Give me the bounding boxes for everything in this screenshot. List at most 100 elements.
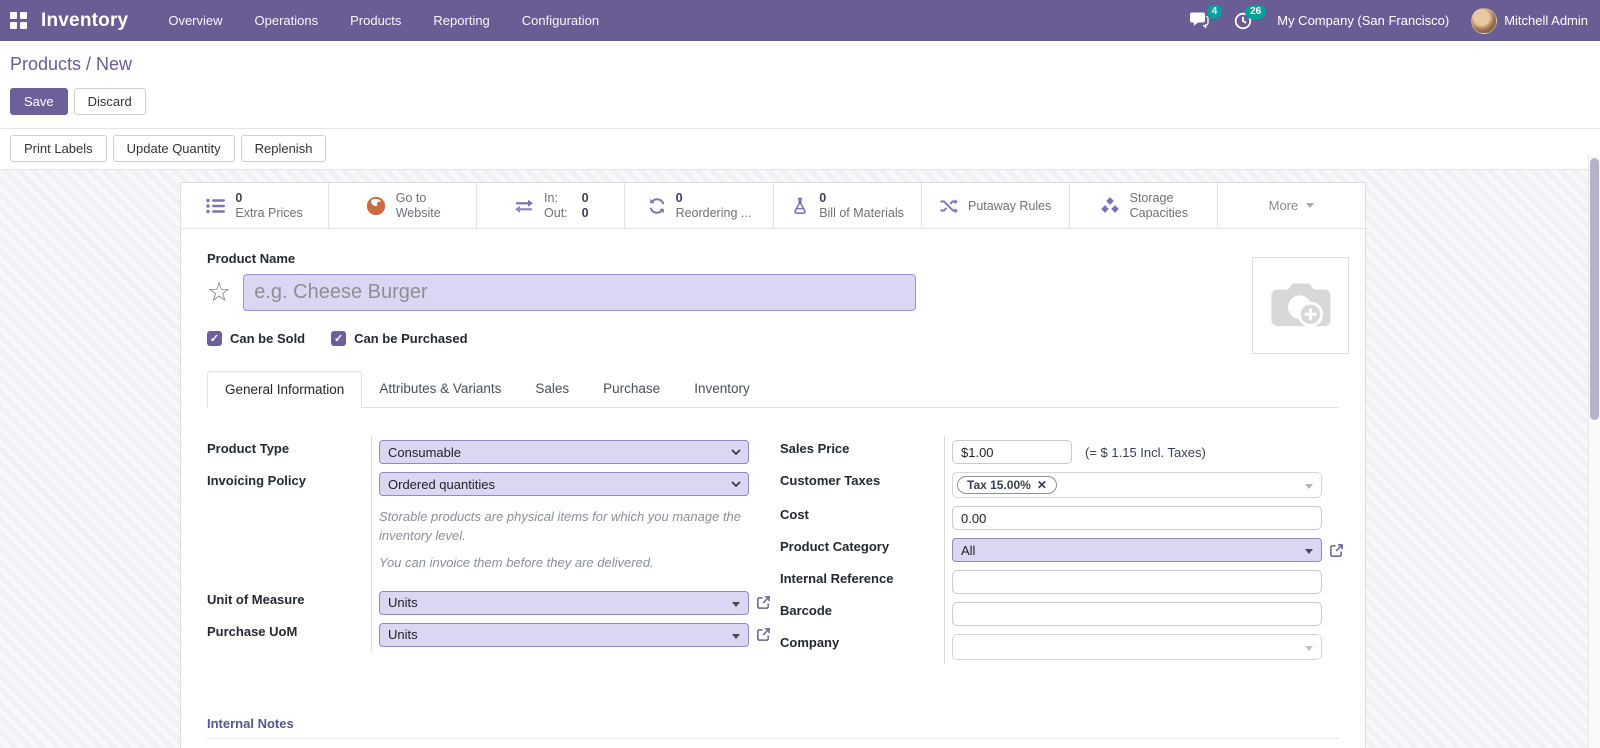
pricelist-icon [206,198,226,214]
messages-icon[interactable]: 4 [1189,4,1223,31]
invoicing-policy-select[interactable]: Ordered quantities [379,472,749,496]
favorite-star-icon[interactable]: ☆ [207,279,231,306]
putaway-rules-stat-button[interactable]: Putaway Rules [921,183,1070,228]
sales-price-input[interactable] [952,440,1072,464]
reordering-count: 0 [675,190,683,205]
product-type-select[interactable]: Consumable [379,440,749,464]
product-image-upload[interactable] [1252,257,1349,354]
tax-tag-remove-icon[interactable]: ✕ [1037,478,1047,492]
print-labels-button[interactable]: Print Labels [10,135,107,162]
menu-reporting[interactable]: Reporting [421,7,501,34]
app-name[interactable]: Inventory [41,10,128,32]
general-right-group: Sales Price (= $ 1.15 Incl. Taxes) Custo… [780,436,1344,664]
cost-label: Cost [780,507,809,522]
top-navbar: Inventory Overview Operations Products R… [0,0,1600,41]
dropdown-caret-icon [1305,484,1313,489]
messages-badge: 4 [1206,4,1223,19]
menu-products[interactable]: Products [338,7,413,34]
menu-overview[interactable]: Overview [156,7,234,34]
price-incl-taxes-note: (= $ 1.15 Incl. Taxes) [1085,444,1206,460]
menu-configuration[interactable]: Configuration [510,7,611,34]
internal-notes-divider [207,738,1339,739]
vertical-scrollbar-thumb[interactable] [1590,158,1599,420]
dropdown-caret-icon [1305,646,1313,651]
notebook-tabs: General Information Attributes & Variant… [207,370,1339,408]
extra-prices-count: 0 [235,190,243,205]
dropdown-caret-icon [1305,549,1313,554]
product-category-label: Product Category [780,539,890,554]
flask-icon [790,196,810,216]
company-field[interactable] [952,634,1322,660]
bom-count: 0 [819,190,827,205]
app-window: Inventory Overview Operations Products R… [0,0,1600,748]
cost-input[interactable] [952,506,1322,530]
storage-capacities-stat-button[interactable]: Storage Capacities [1069,183,1218,228]
uom-label: Unit of Measure [207,591,305,607]
stat-button-box: 0 Extra Prices Go to Website In: 0 Out: … [181,183,1365,229]
tax-tag: Tax 15.00% ✕ [957,476,1057,494]
vertical-scrollbar-track[interactable] [1588,155,1600,748]
menu-operations[interactable]: Operations [243,7,331,34]
refresh-icon [647,196,667,216]
bill-of-materials-stat-button[interactable]: 0 Bill of Materials [773,183,922,228]
activities-badge: 26 [1245,4,1267,19]
invoicing-policy-label: Invoicing Policy [207,473,306,488]
tab-sales[interactable]: Sales [518,371,586,408]
main-menu: Overview Operations Products Reporting C… [156,7,611,34]
product-type-label: Product Type [207,441,290,456]
product-name-label: Product Name [207,251,296,266]
in-out-stat-button[interactable]: In: 0 Out: 0 [477,183,626,228]
user-name: Mitchell Admin [1504,13,1588,28]
can-be-sold-checkbox[interactable]: ✓ Can be Sold [207,331,305,346]
can-be-purchased-checkbox[interactable]: ✓ Can be Purchased [331,331,468,346]
sales-price-label: Sales Price [780,441,850,456]
customer-taxes-field[interactable]: Tax 15.00% ✕ [952,472,1322,498]
in-count: 0 [581,190,589,205]
more-stat-button[interactable]: More [1217,183,1365,228]
user-menu[interactable]: Mitchell Admin [1471,7,1588,34]
save-button[interactable]: Save [10,88,68,115]
internal-notes-label: Internal Notes [207,716,294,731]
purchase-uom-external-link-icon[interactable] [756,627,771,642]
avatar [1471,7,1498,34]
uom-field[interactable]: Units [379,590,749,615]
internal-reference-input[interactable] [952,570,1322,594]
dropdown-caret-icon [732,601,740,607]
product-category-external-link-icon[interactable] [1329,543,1344,558]
form-sheet: 0 Extra Prices Go to Website In: 0 Out: … [180,182,1366,748]
camera-plus-icon [1270,280,1332,332]
breadcrumb[interactable]: Products / New [10,54,1590,75]
dropdown-caret-icon [732,633,740,639]
purchase-uom-label: Purchase UoM [207,623,298,639]
internal-reference-label: Internal Reference [780,571,894,586]
discard-button[interactable]: Discard [73,88,146,115]
cubes-icon [1099,195,1121,216]
activities-clock-icon[interactable]: 26 [1233,4,1267,31]
apps-menu-icon[interactable] [10,12,27,29]
update-quantity-button[interactable]: Update Quantity [112,135,235,162]
company-switcher[interactable]: My Company (San Francisco) [1277,13,1449,28]
tab-general-information[interactable]: General Information [207,371,363,408]
exchange-arrows-icon [513,198,535,214]
barcode-input[interactable] [952,602,1322,626]
checkbox-checked-icon: ✓ [331,331,347,346]
purchase-uom-field[interactable]: Units [379,622,749,647]
tab-attributes-variants[interactable]: Attributes & Variants [362,371,518,408]
shuffle-icon [939,197,959,215]
reordering-rules-stat-button[interactable]: 0 Reordering ... [625,183,774,228]
company-label: Company [780,635,840,650]
tab-inventory[interactable]: Inventory [677,371,767,408]
form-view-background: 0 Extra Prices Go to Website In: 0 Out: … [0,170,1600,748]
checkbox-checked-icon: ✓ [207,331,222,346]
extra-prices-stat-button[interactable]: 0 Extra Prices [181,183,330,228]
go-to-website-stat-button[interactable]: Go to Website [329,183,478,228]
replenish-button[interactable]: Replenish [240,135,327,162]
uom-external-link-icon[interactable] [756,595,771,610]
product-category-field[interactable]: All [952,538,1322,562]
general-left-group: Product Type Consumable Invoicing Policy… [207,436,770,664]
tab-purchase[interactable]: Purchase [586,371,677,408]
invoicing-policy-help-text: Storable products are physical items for… [379,509,742,570]
control-panel: Products / New Save Discard Print Labels… [0,41,1600,170]
product-name-input[interactable] [243,274,917,311]
customer-taxes-label: Customer Taxes [780,473,881,488]
